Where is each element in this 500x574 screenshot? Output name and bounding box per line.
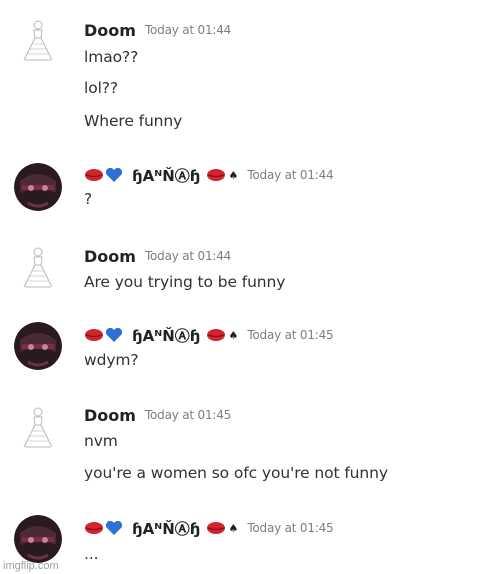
blue-heart-icon <box>105 520 123 535</box>
message-text: Are you trying to be funny <box>84 273 286 291</box>
spade-icon: ♠ <box>228 328 239 342</box>
message-text: lmao?? <box>84 48 139 66</box>
lips-icon <box>85 522 103 534</box>
message-header: ɧAᴺŇⒶɧ ♠ Today at 01:45 <box>84 324 334 346</box>
message-text: wdym? <box>84 351 139 369</box>
timestamp[interactable]: Today at 01:45 <box>247 328 333 342</box>
message-text: lol?? <box>84 79 119 97</box>
spade-icon: ♠ <box>228 521 239 535</box>
message-group: Doom Today at 01:45 nvm you're a women s… <box>0 395 500 505</box>
name-decoration <box>84 326 124 344</box>
message-text: ... <box>84 545 99 563</box>
hannah-avatar[interactable] <box>14 322 62 370</box>
timestamp[interactable]: Today at 01:44 <box>145 249 231 263</box>
doom-avatar[interactable] <box>14 16 62 64</box>
message-text: Where funny <box>84 112 183 130</box>
username[interactable]: ɧAᴺŇⒶɧ <box>132 325 200 346</box>
message-group: Doom Today at 01:44 Are you trying to be… <box>0 230 500 315</box>
doom-avatar[interactable] <box>14 403 62 451</box>
message-header: ɧAᴺŇⒶɧ ♠ Today at 01:45 <box>84 517 334 539</box>
username[interactable]: Doom <box>84 21 136 40</box>
name-decoration <box>84 166 124 184</box>
hannah-avatar[interactable] <box>14 515 62 563</box>
hannah-avatar[interactable] <box>14 163 62 211</box>
name-decoration: ♠ <box>206 166 238 184</box>
timestamp[interactable]: Today at 01:45 <box>145 408 231 422</box>
watermark: imgflip.com <box>3 560 59 572</box>
message-text: ? <box>84 190 93 208</box>
lips-icon <box>207 169 226 181</box>
username[interactable]: ɧAᴺŇⒶɧ <box>132 165 200 186</box>
message-header: Doom Today at 01:44 <box>84 245 231 267</box>
doom-avatar[interactable] <box>14 243 62 291</box>
lips-icon <box>207 522 226 534</box>
message-group: ɧAᴺŇⒶɧ ♠ Today at 01:45 ... <box>0 505 500 574</box>
lips-icon <box>85 329 103 341</box>
message-group: Doom Today at 01:44 lmao?? lol?? Where f… <box>0 0 500 150</box>
message-text: nvm <box>84 432 118 450</box>
message-group: ɧAᴺŇⒶɧ ♠ Today at 01:45 wdym? <box>0 315 500 395</box>
timestamp[interactable]: Today at 01:45 <box>247 521 333 535</box>
name-decoration <box>84 519 124 537</box>
name-decoration: ♠ <box>206 519 238 537</box>
lips-icon <box>85 169 103 181</box>
username[interactable]: ɧAᴺŇⒶɧ <box>132 518 200 539</box>
timestamp[interactable]: Today at 01:44 <box>145 23 231 37</box>
message-text: you're a women so ofc you're not funny <box>84 464 388 482</box>
message-group: ɧAᴺŇⒶɧ ♠ Today at 01:44 ? <box>0 150 500 230</box>
blue-heart-icon <box>105 327 123 342</box>
blue-heart-icon <box>105 167 123 182</box>
timestamp[interactable]: Today at 01:44 <box>247 168 333 182</box>
lips-icon <box>207 329 226 341</box>
username[interactable]: Doom <box>84 406 136 425</box>
message-header: Doom Today at 01:44 <box>84 19 231 41</box>
username[interactable]: Doom <box>84 247 136 266</box>
spade-icon: ♠ <box>228 168 239 182</box>
name-decoration: ♠ <box>206 326 238 344</box>
message-header: ɧAᴺŇⒶɧ ♠ Today at 01:44 <box>84 164 334 186</box>
message-header: Doom Today at 01:45 <box>84 404 231 426</box>
